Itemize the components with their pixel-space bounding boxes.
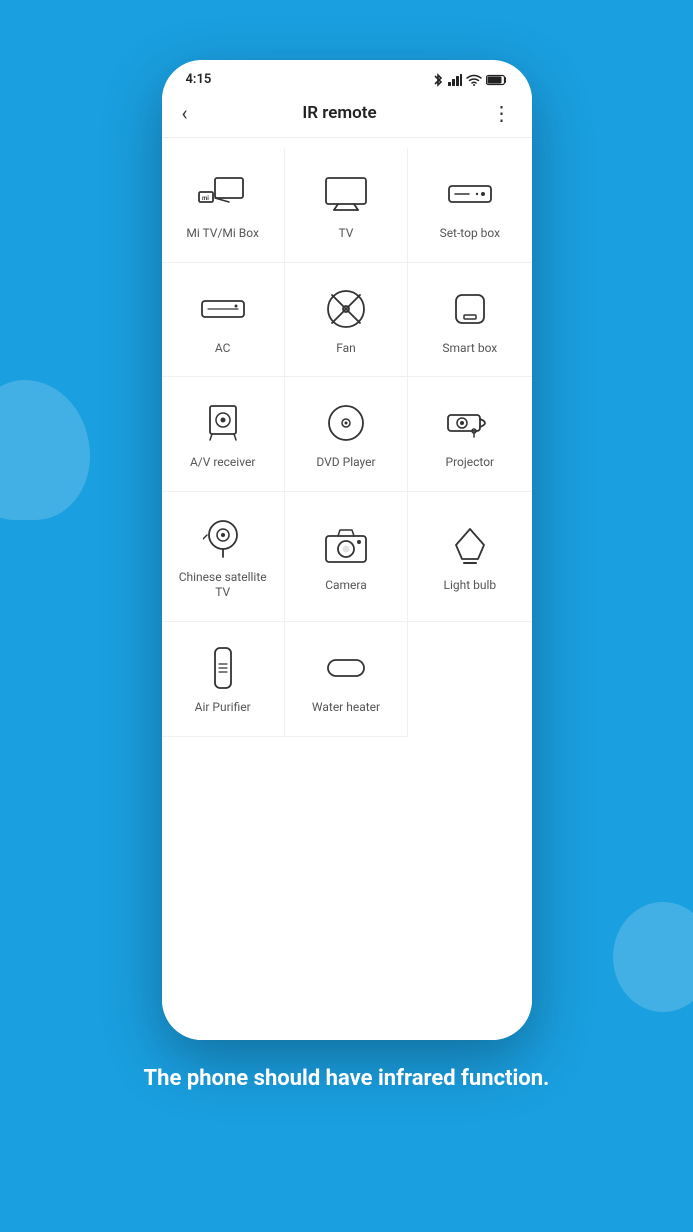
grid-item-tv[interactable]: TV <box>285 148 408 263</box>
dvd-icon <box>320 401 372 445</box>
satellite-icon <box>197 516 249 560</box>
airpurifier-label: Air Purifier <box>195 700 251 716</box>
bottom-text: The phone should have infrared function. <box>104 1064 590 1094</box>
ac-label: AC <box>215 341 231 357</box>
grid-item-settop[interactable]: Set-top box <box>408 148 531 263</box>
bluetooth-icon <box>432 73 444 87</box>
camera-label: Camera <box>325 578 367 594</box>
tv-icon <box>320 172 372 216</box>
settop-icon <box>444 172 496 216</box>
grid-item-dvd[interactable]: DVD Player <box>285 377 408 492</box>
grid-item-camera[interactable]: Camera <box>285 492 408 622</box>
fan-label: Fan <box>336 341 356 357</box>
phone-shell: 4:15 <box>162 60 532 1040</box>
camera-icon <box>320 524 372 568</box>
signal-icon <box>448 74 462 86</box>
grid-item-satellite[interactable]: Chinese satellite TV <box>162 492 285 622</box>
waterheater-icon <box>320 646 372 690</box>
device-grid: mi Mi TV/Mi Box TV <box>162 148 532 737</box>
back-button[interactable]: ‹ <box>182 101 188 125</box>
mi-tv-label: Mi TV/Mi Box <box>186 226 259 242</box>
smartbox-label: Smart box <box>442 341 497 357</box>
avreceiver-icon <box>197 401 249 445</box>
grid-item-lightbulb[interactable]: Light bulb <box>408 492 531 622</box>
projector-label: Projector <box>446 455 495 471</box>
page-title: IR remote <box>302 103 376 123</box>
settop-label: Set-top box <box>440 226 501 242</box>
lightbulb-label: Light bulb <box>444 578 497 594</box>
avreceiver-label: A/V receiver <box>190 455 255 471</box>
status-icons <box>432 73 508 87</box>
smartbox-icon <box>444 287 496 331</box>
more-button[interactable]: ⋮ <box>491 101 511 125</box>
grid-item-avreceiver[interactable]: A/V receiver <box>162 377 285 492</box>
grid-item-waterheater[interactable]: Water heater <box>285 622 408 737</box>
svg-text:mi: mi <box>202 195 209 202</box>
grid-item-projector[interactable]: Projector <box>408 377 531 492</box>
lightbulb-icon <box>444 524 496 568</box>
grid-item-smartbox[interactable]: Smart box <box>408 263 531 378</box>
fan-icon <box>320 287 372 331</box>
grid-item-ac[interactable]: AC <box>162 263 285 378</box>
ac-icon <box>197 287 249 331</box>
status-bar: 4:15 <box>162 60 532 93</box>
battery-icon <box>486 74 508 86</box>
airpurifier-icon <box>197 646 249 690</box>
blob-left <box>0 380 90 520</box>
tv-label: TV <box>339 226 354 242</box>
satellite-label: Chinese satellite TV <box>172 570 274 601</box>
wifi-icon <box>466 74 482 86</box>
nav-bar: ‹ IR remote ⋮ <box>162 93 532 138</box>
dvd-label: DVD Player <box>316 455 375 471</box>
blob-right <box>613 902 693 1012</box>
mi-tv-icon: mi <box>197 172 249 216</box>
grid-item-fan[interactable]: Fan <box>285 263 408 378</box>
waterheater-label: Water heater <box>312 700 380 716</box>
grid-item-airpurifier[interactable]: Air Purifier <box>162 622 285 737</box>
grid-container: mi Mi TV/Mi Box TV <box>162 138 532 1040</box>
status-time: 4:15 <box>186 72 212 87</box>
projector-icon <box>444 401 496 445</box>
grid-item-mi-tv[interactable]: mi Mi TV/Mi Box <box>162 148 285 263</box>
